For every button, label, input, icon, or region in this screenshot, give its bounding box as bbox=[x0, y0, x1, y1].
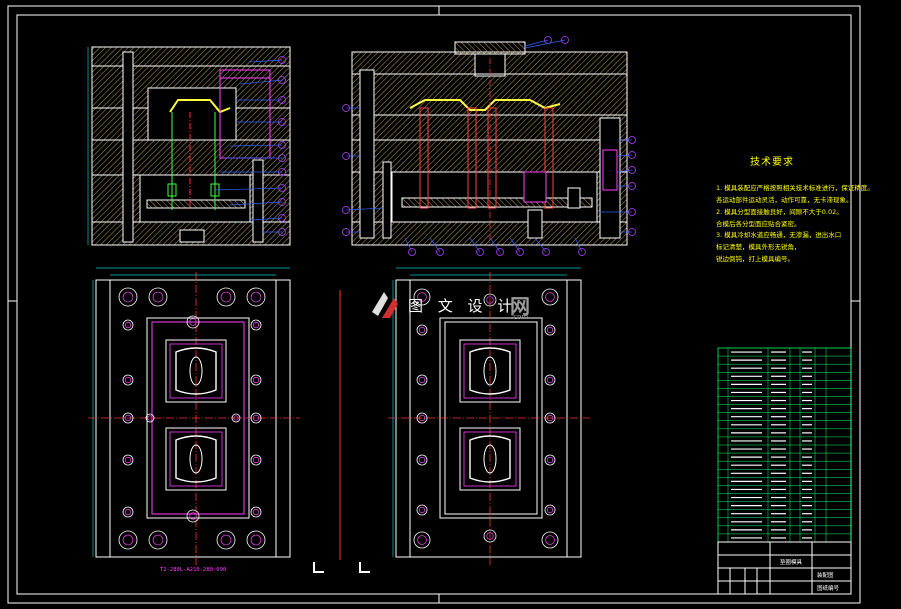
bolt-hole-inner bbox=[252, 508, 260, 516]
parts-list-table bbox=[717, 347, 852, 543]
bolt-hole-inner bbox=[546, 456, 554, 464]
bolt-hole bbox=[544, 324, 556, 336]
bolt-hole-inner bbox=[418, 326, 426, 334]
bolt-hole bbox=[246, 287, 266, 307]
watermark-domain: .com bbox=[511, 313, 529, 321]
bolt-hole bbox=[122, 319, 134, 331]
bolt-hole bbox=[216, 530, 236, 550]
bolt-hole-inner bbox=[252, 321, 260, 329]
title-block-name: 垫圈模具 bbox=[780, 560, 803, 566]
bolt-hole-inner bbox=[252, 376, 260, 384]
bolt-hole-inner bbox=[250, 291, 262, 303]
bolt-hole bbox=[122, 454, 134, 466]
bolt-hole bbox=[250, 454, 262, 466]
bolt-hole-inner bbox=[252, 456, 260, 464]
watermark-logo-icon bbox=[372, 292, 398, 318]
bolt-hole-inner bbox=[124, 376, 132, 384]
bolt-hole-inner bbox=[124, 321, 132, 329]
tech-line: 1. 模具装配应严格按照相关技术标准进行，保证精度。 bbox=[716, 184, 874, 192]
bolt-hole bbox=[148, 287, 168, 307]
bolt-hole-inner bbox=[418, 456, 426, 464]
tech-line: 合模后各分型面应贴合紧密。 bbox=[716, 220, 801, 228]
tech-line: 2. 模具分型面接触良好，间隙不大于0.02。 bbox=[716, 208, 843, 216]
section-mark-right bbox=[359, 562, 370, 573]
bolt-hole-inner bbox=[546, 376, 554, 384]
bolt-hole bbox=[541, 531, 559, 549]
bolt-hole-inner bbox=[418, 376, 426, 384]
title-block-scale: 装配图 bbox=[817, 573, 834, 579]
bolt-hole-inner bbox=[152, 534, 164, 546]
bolt-hole-inner bbox=[220, 291, 232, 303]
bolt-hole-inner bbox=[417, 535, 427, 545]
bolt-hole bbox=[413, 531, 431, 549]
section-mark-left bbox=[313, 562, 324, 573]
bolt-hole-inner bbox=[250, 534, 262, 546]
bolt-hole bbox=[541, 288, 559, 306]
bolt-hole-inner bbox=[124, 508, 132, 516]
tech-line: 标记清楚，模具外形无锐角， bbox=[716, 243, 801, 251]
part-label: T2-280L-A210-280-090 bbox=[160, 567, 227, 573]
bolt-hole-inner bbox=[122, 534, 134, 546]
bolt-hole bbox=[246, 530, 266, 550]
watermark-text: 图 文 设 计 bbox=[408, 297, 518, 315]
bolt-hole bbox=[416, 454, 428, 466]
title-block-drawing-no: 图纸编号 bbox=[817, 586, 840, 592]
bolt-hole bbox=[250, 374, 262, 386]
tech-line: 各运动部件运动灵活，动作可靠，无卡滞现象。 bbox=[716, 196, 853, 204]
bolt-hole bbox=[250, 506, 262, 518]
bolt-hole bbox=[122, 374, 134, 386]
bolt-hole bbox=[416, 374, 428, 386]
bolt-hole bbox=[118, 287, 138, 307]
bolt-hole bbox=[148, 530, 168, 550]
bolt-hole bbox=[544, 454, 556, 466]
bolt-hole bbox=[544, 374, 556, 386]
tech-line: 锐边倒钝，打上模具编号。 bbox=[716, 255, 794, 263]
bolt-hole-inner bbox=[220, 534, 232, 546]
bolt-hole-inner bbox=[124, 456, 132, 464]
bolt-hole-inner bbox=[122, 291, 134, 303]
watermark: 图 文 设 计 网 .com bbox=[368, 286, 538, 326]
technical-requirements-title: 技术要求 bbox=[750, 157, 794, 168]
bolt-hole bbox=[544, 504, 556, 516]
section-view-right bbox=[351, 41, 628, 246]
bolt-hole-inner bbox=[418, 506, 426, 514]
bolt-hole-inner bbox=[152, 291, 164, 303]
bolt-hole-inner bbox=[546, 326, 554, 334]
bolt-hole bbox=[186, 509, 200, 523]
bolt-hole-inner bbox=[545, 292, 555, 302]
bolt-hole bbox=[216, 287, 236, 307]
section-view-left bbox=[87, 46, 291, 246]
bolt-hole bbox=[118, 530, 138, 550]
bolt-hole bbox=[416, 324, 428, 336]
bolt-hole-inner bbox=[546, 506, 554, 514]
plan-view-left bbox=[88, 267, 300, 565]
bolt-hole bbox=[122, 506, 134, 518]
bolt-hole bbox=[250, 319, 262, 331]
bolt-hole bbox=[416, 504, 428, 516]
tech-line: 3. 模具冷却水道应畅通，无渗漏，进出水口 bbox=[716, 231, 842, 239]
bolt-hole-inner bbox=[545, 535, 555, 545]
